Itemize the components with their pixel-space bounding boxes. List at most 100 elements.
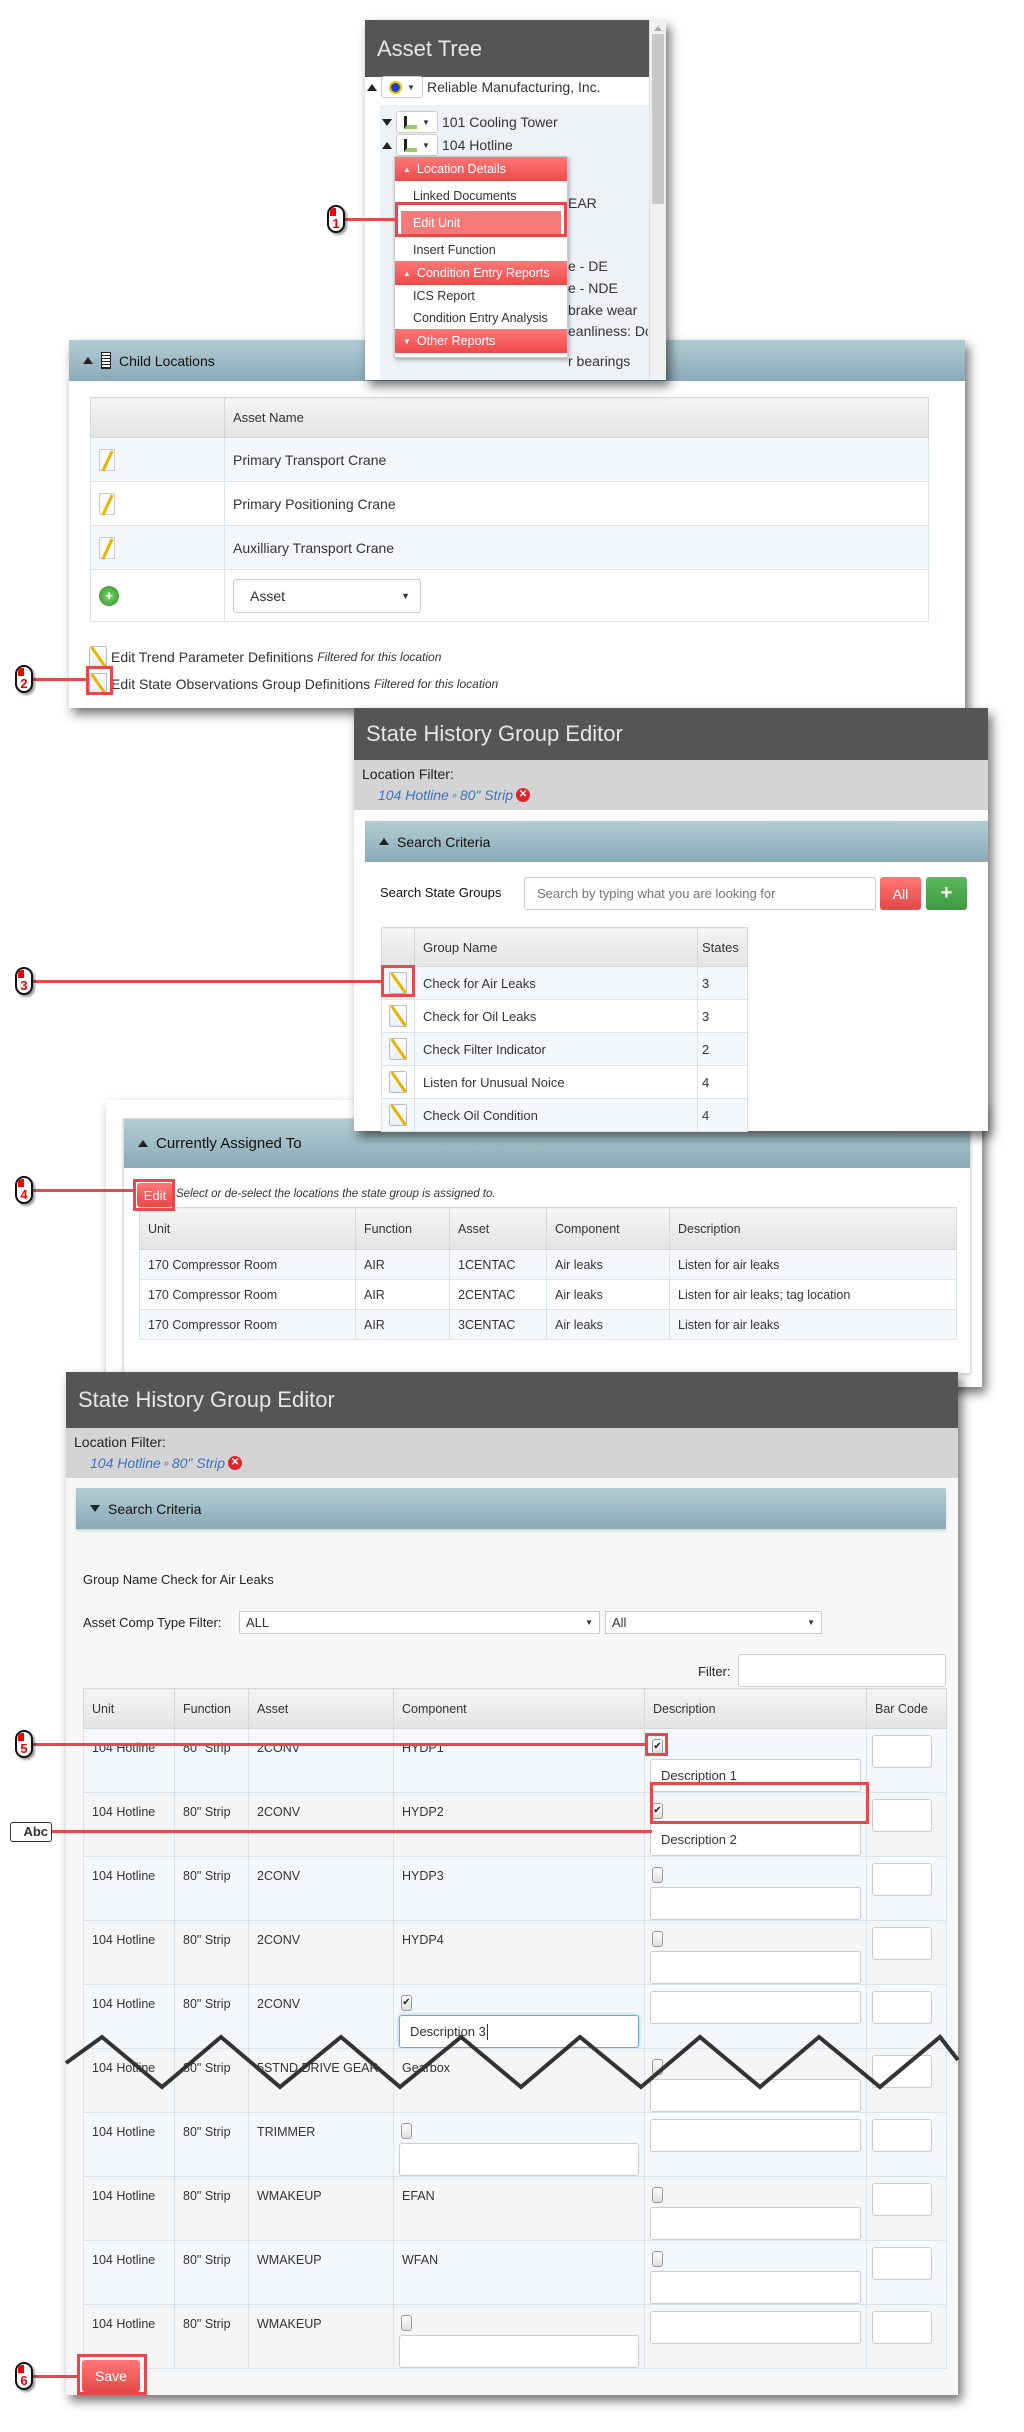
collapse-icon[interactable]: [138, 1140, 148, 1147]
all-button[interactable]: All: [880, 877, 921, 910]
tree-node-label[interactable]: brake wear: [568, 302, 648, 318]
include-checkbox[interactable]: [652, 2187, 663, 2203]
include-checkbox[interactable]: [401, 2315, 412, 2331]
comp-subtype-select[interactable]: All ▼: [605, 1611, 822, 1634]
notepad-edit-icon[interactable]: [389, 1038, 407, 1060]
collapse-icon[interactable]: [83, 357, 93, 364]
edit-pencil-icon[interactable]: [99, 448, 115, 471]
table-row[interactable]: Listen for Unusual Noice 4: [381, 1065, 748, 1099]
include-checkbox[interactable]: ✔: [401, 1995, 412, 2011]
context-menu: ▲ Location Details Linked Documents Edit Un…: [394, 156, 568, 358]
description-input[interactable]: [650, 2119, 861, 2152]
location-path[interactable]: 104 Hotline » 80" Strip ✕: [90, 1455, 243, 1471]
tree-node-label[interactable]: EAR: [568, 195, 648, 211]
asset-type-select[interactable]: Asset ▼: [233, 578, 421, 613]
expand-icon[interactable]: [382, 118, 392, 126]
path-function-link[interactable]: 80" Strip: [172, 1455, 225, 1471]
node-menu-button[interactable]: ▼: [396, 134, 438, 156]
edit-pencil-icon[interactable]: [99, 492, 115, 515]
menu-section-header[interactable]: ▲ Condition Entry Reports: [395, 261, 567, 285]
add-group-button[interactable]: +: [926, 877, 967, 910]
edit-pencil-icon[interactable]: [99, 536, 115, 559]
include-checkbox[interactable]: [401, 2123, 412, 2139]
search-criteria-header[interactable]: Search Criteria: [365, 821, 988, 862]
tree-node-label[interactable]: e - DE: [568, 258, 648, 274]
notepad-edit-icon[interactable]: [389, 1005, 407, 1027]
table-row[interactable]: Check Oil Condition 4: [381, 1098, 748, 1132]
expand-icon[interactable]: [90, 1505, 100, 1512]
barcode-input[interactable]: [872, 1863, 932, 1896]
menu-section-label: Other Reports: [416, 334, 496, 348]
include-checkbox[interactable]: [652, 2251, 663, 2267]
add-icon[interactable]: +: [99, 585, 119, 606]
menu-section-header[interactable]: ▲ Location Details: [395, 157, 567, 181]
scroll-up-icon[interactable]: [654, 26, 662, 31]
menu-item[interactable]: Condition Entry Analysis: [395, 307, 567, 329]
table-row[interactable]: Check for Oil Leaks 3: [381, 999, 748, 1033]
tree-node-label[interactable]: r bearings: [568, 353, 648, 369]
tree-node-label[interactable]: eanliness: Do: [568, 323, 648, 339]
edit-state-groups-link[interactable]: Edit State Observations Group Definition…: [89, 673, 498, 695]
description-input[interactable]: [650, 1951, 861, 1984]
barcode-input[interactable]: [872, 2311, 932, 2344]
scrollbar[interactable]: [649, 20, 666, 380]
edit-trend-link[interactable]: Edit Trend Parameter Definitions Filtere…: [89, 646, 441, 668]
path-unit-link[interactable]: 104 Hotline: [378, 787, 449, 803]
barcode-input[interactable]: [872, 1735, 932, 1768]
barcode-input[interactable]: [872, 2247, 932, 2280]
collapse-icon[interactable]: [382, 141, 392, 149]
callout-number: 3: [20, 978, 28, 993]
barcode-input[interactable]: [872, 1927, 932, 1960]
description-input[interactable]: [650, 2207, 861, 2240]
description-input[interactable]: Description 2: [650, 1823, 861, 1856]
clear-filter-icon[interactable]: ✕: [228, 1456, 243, 1470]
search-input[interactable]: [524, 877, 876, 910]
asset-cell: WMAKEUP: [248, 2240, 394, 2305]
path-unit-link[interactable]: 104 Hotline: [90, 1455, 161, 1471]
menu-item[interactable]: ICS Report: [395, 285, 567, 307]
asset-cell: WMAKEUP: [248, 2176, 394, 2241]
description-input[interactable]: [650, 1887, 861, 1920]
highlight-box: [86, 666, 113, 695]
description-input[interactable]: [650, 2271, 861, 2304]
filter-input[interactable]: [738, 1654, 946, 1687]
notepad-edit-icon[interactable]: [389, 1071, 407, 1093]
location-filter: Location Filter: 104 Hotline » 80" Strip…: [66, 1428, 958, 1478]
node-menu-button[interactable]: ▼: [396, 111, 438, 133]
search-criteria-header[interactable]: Search Criteria: [76, 1488, 946, 1529]
caret-down-icon: ▼: [422, 117, 430, 127]
tree-node[interactable]: ▼ 101 Cooling Tower: [382, 111, 558, 133]
assigned-panel: Currently Assigned To Indicates which lo…: [123, 1118, 971, 1374]
table-cell: AIR: [355, 1309, 450, 1340]
menu-item[interactable]: Insert Function: [395, 239, 567, 261]
clear-filter-icon[interactable]: ✕: [516, 788, 531, 802]
description-input[interactable]: [650, 2311, 861, 2344]
table-row[interactable]: Check Filter Indicator 2: [381, 1032, 748, 1066]
tree-node-root[interactable]: ▼ Reliable Manufacturing, Inc.: [367, 76, 601, 98]
notepad-edit-icon[interactable]: [389, 1104, 407, 1126]
table-cell: 170 Compressor Room: [139, 1279, 356, 1310]
description-input[interactable]: [399, 2335, 639, 2368]
tree-node[interactable]: ▼ 104 Hotline: [382, 134, 513, 156]
barcode-input[interactable]: [872, 1991, 932, 2024]
collapse-icon[interactable]: [379, 838, 389, 845]
include-checkbox[interactable]: [652, 1931, 663, 1947]
include-checkbox[interactable]: [652, 1867, 663, 1883]
node-menu-button[interactable]: ▼: [381, 76, 423, 98]
barcode-input[interactable]: [872, 2183, 932, 2216]
barcode-cell: [866, 2112, 947, 2177]
tree-node-label[interactable]: e - NDE: [568, 280, 648, 296]
comp-type-select[interactable]: ALL ▼: [239, 1611, 600, 1634]
description-input[interactable]: [650, 1991, 861, 2024]
asset-cell: 2CONV: [248, 1728, 394, 1793]
location-path[interactable]: 104 Hotline » 80" Strip ✕: [378, 787, 531, 803]
barcode-input[interactable]: [872, 2119, 932, 2152]
description-input[interactable]: [399, 2143, 639, 2176]
menu-section-header[interactable]: ▼ Other Reports: [395, 329, 567, 353]
scrollbar-thumb[interactable]: [652, 34, 664, 204]
expand-icon[interactable]: [367, 83, 377, 91]
barcode-input[interactable]: [872, 1799, 932, 1832]
path-function-link[interactable]: 80" Strip: [460, 787, 513, 803]
states-cell: 4: [697, 1065, 748, 1099]
table-row[interactable]: Check for Air Leaks 3: [381, 966, 748, 1000]
